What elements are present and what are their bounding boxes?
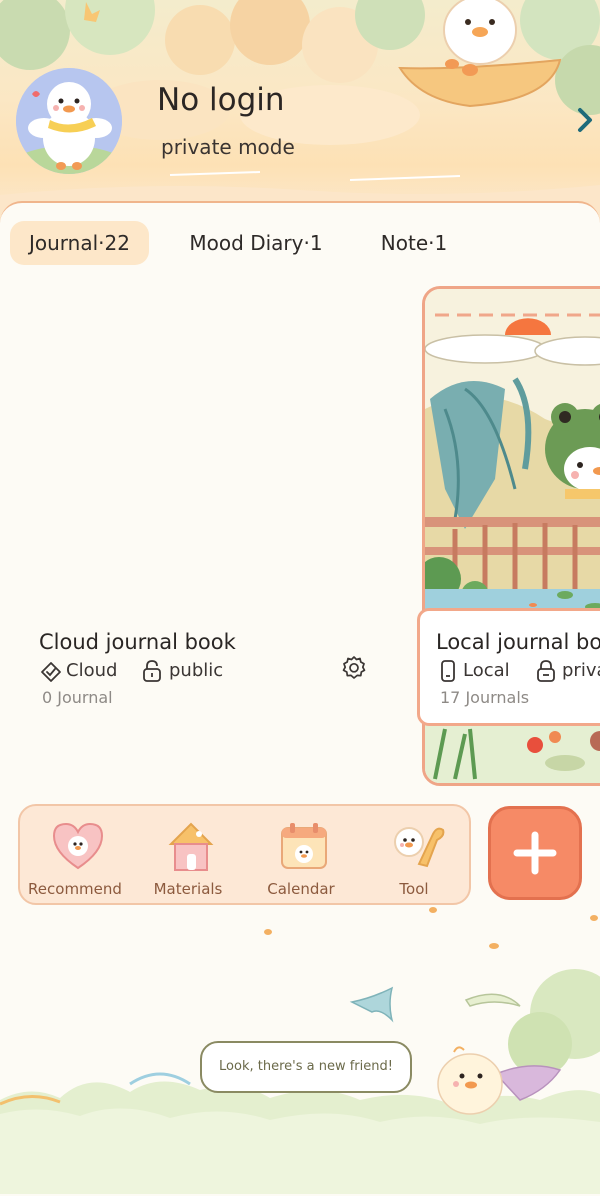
materials-button[interactable]: Materials	[133, 816, 243, 900]
profile-header: No login private mode	[0, 0, 600, 220]
journal-count: 0 Journal	[42, 688, 113, 707]
book-title: Local journal bo	[436, 630, 600, 654]
feature-toolbar: Recommend Materials Calendar Tool	[18, 804, 471, 905]
storage-label: Cloud	[66, 660, 118, 681]
calendar-icon	[281, 823, 327, 869]
login-mode-label: private mode	[161, 135, 295, 159]
username[interactable]: No login	[157, 82, 285, 118]
tab-note[interactable]: Note·1	[368, 221, 460, 265]
tab-journal[interactable]: Journal·22	[10, 221, 149, 265]
chevron-right-icon[interactable]	[574, 106, 596, 134]
phone-icon	[441, 660, 455, 682]
tool-button[interactable]: Tool	[359, 816, 469, 900]
gear-icon[interactable]	[341, 655, 367, 681]
storage-label: Local	[463, 660, 510, 681]
plus-icon	[513, 831, 557, 875]
duck-avatar-icon	[16, 68, 122, 174]
house-icon	[168, 822, 214, 871]
add-button[interactable]	[488, 806, 582, 900]
avatar[interactable]	[16, 68, 122, 174]
speech-bubble[interactable]: Look, there's a new friend!	[200, 1041, 412, 1093]
book-title: Cloud journal book	[39, 630, 236, 654]
visibility-label: public	[169, 660, 224, 681]
cloud-check-icon	[41, 662, 61, 682]
calendar-button[interactable]: Calendar	[246, 816, 356, 900]
tool-icon	[394, 827, 445, 868]
recommend-button[interactable]: Recommend	[20, 816, 130, 900]
unlock-icon	[143, 660, 161, 682]
tab-mood-diary[interactable]: Mood Diary·1	[172, 221, 340, 265]
visibility-label: priva	[562, 660, 600, 681]
lock-icon	[537, 660, 555, 682]
heart-duck-icon	[52, 822, 104, 870]
journal-count: 17 Journals	[440, 688, 530, 707]
